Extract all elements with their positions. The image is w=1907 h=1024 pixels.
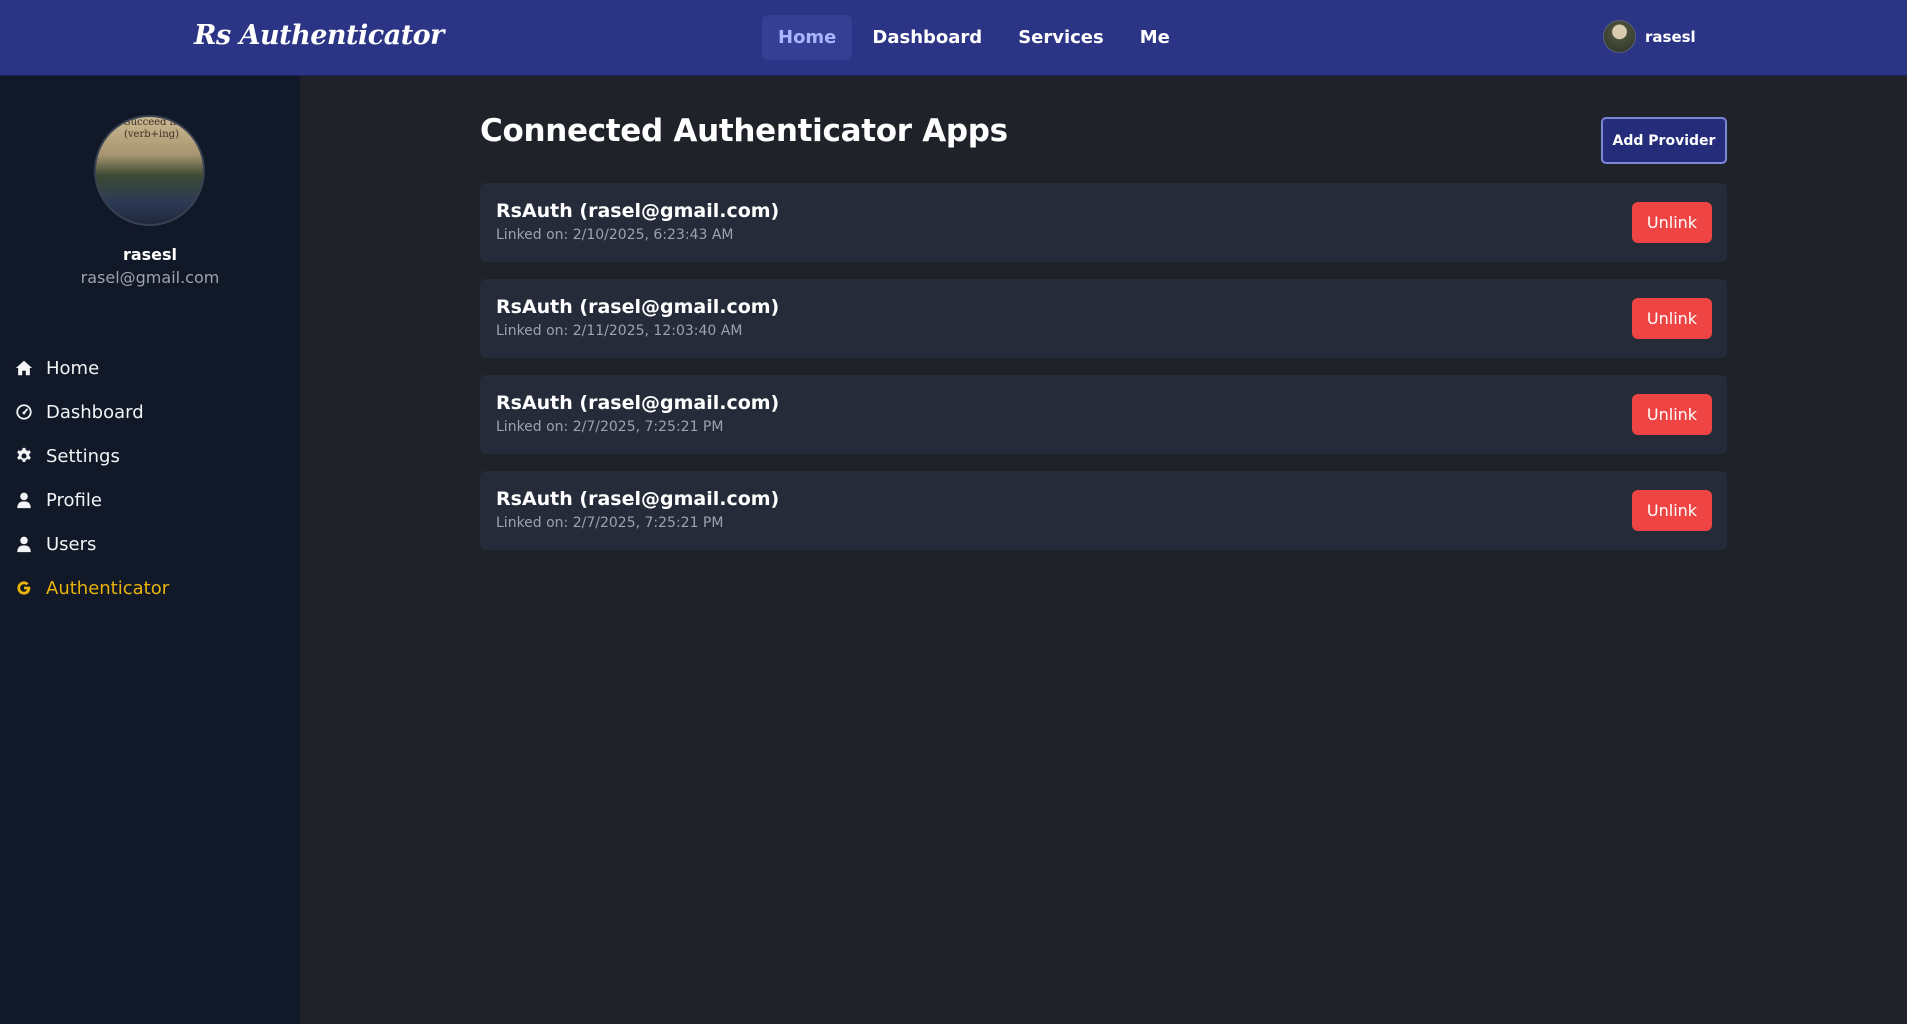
sidebar-item-authenticator[interactable]: Authenticator [14, 566, 284, 610]
app-name: RsAuth (rasel@gmail.com) [496, 200, 780, 222]
sidebar-item-label: Dashboard [46, 401, 144, 423]
google-icon [14, 579, 33, 598]
gauge-icon [14, 403, 33, 422]
app-name: RsAuth (rasel@gmail.com) [496, 488, 780, 510]
page-title: Connected Authenticator Apps [480, 113, 1008, 149]
sidebar-item-label: Authenticator [46, 577, 170, 599]
users-icon [14, 535, 33, 554]
profile-email: rasel@gmail.com [80, 268, 220, 287]
unlink-button[interactable]: Unlink [1632, 394, 1712, 435]
profile-avatar: Succeed in (verb+ing) [94, 115, 205, 226]
sidebar-item-label: Users [46, 533, 97, 555]
linked-date: Linked on: 2/7/2025, 7:25:21 PM [496, 515, 724, 531]
gear-icon [14, 447, 33, 466]
brand-logo[interactable]: Rs Authenticator [194, 20, 444, 51]
unlink-button[interactable]: Unlink [1632, 202, 1712, 243]
app-name: RsAuth (rasel@gmail.com) [496, 392, 780, 414]
nav-me[interactable]: Me [1124, 15, 1186, 60]
nav-home[interactable]: Home [762, 15, 853, 60]
sidebar-item-label: Settings [46, 445, 120, 467]
sidebar-item-users[interactable]: Users [14, 522, 284, 566]
nav-services[interactable]: Services [1002, 15, 1120, 60]
sidebar-menu: Home Dashboard Settings Profile Users Au… [14, 346, 284, 610]
sidebar-item-label: Profile [46, 489, 102, 511]
main-content: Connected Authenticator Apps Add Provide… [300, 76, 1907, 1024]
linked-date: Linked on: 2/7/2025, 7:25:21 PM [496, 419, 724, 435]
sidebar-item-label: Home [46, 357, 100, 379]
sidebar: Succeed in (verb+ing) rasesl rasel@gmail… [0, 76, 300, 1024]
unlink-button[interactable]: Unlink [1632, 490, 1712, 531]
top-navbar: Rs Authenticator Home Dashboard Services… [0, 0, 1907, 76]
add-provider-button[interactable]: Add Provider [1601, 117, 1727, 164]
profile-name: rasesl [122, 245, 178, 264]
avatar-shirt-text: Succeed in (verb+ing) [123, 117, 180, 140]
sidebar-item-profile[interactable]: Profile [14, 478, 284, 522]
home-icon [14, 359, 33, 378]
user-icon [14, 491, 33, 510]
list-item: RsAuth (rasel@gmail.com) Linked on: 2/10… [480, 183, 1727, 262]
unlink-button[interactable]: Unlink [1632, 298, 1712, 339]
linked-date: Linked on: 2/10/2025, 6:23:43 AM [496, 227, 734, 243]
app-name: RsAuth (rasel@gmail.com) [496, 296, 780, 318]
linked-date: Linked on: 2/11/2025, 12:03:40 AM [496, 323, 743, 339]
sidebar-item-home[interactable]: Home [14, 346, 284, 390]
top-nav: Home Dashboard Services Me [762, 15, 1186, 60]
sidebar-item-settings[interactable]: Settings [14, 434, 284, 478]
list-item: RsAuth (rasel@gmail.com) Linked on: 2/7/… [480, 471, 1727, 550]
list-item: RsAuth (rasel@gmail.com) Linked on: 2/7/… [480, 375, 1727, 454]
list-item: RsAuth (rasel@gmail.com) Linked on: 2/11… [480, 279, 1727, 358]
user-name: rasesl [1645, 27, 1696, 46]
sidebar-item-dashboard[interactable]: Dashboard [14, 390, 284, 434]
nav-dashboard[interactable]: Dashboard [856, 15, 998, 60]
connected-apps-list: RsAuth (rasel@gmail.com) Linked on: 2/10… [480, 183, 1727, 567]
avatar [1603, 20, 1636, 53]
user-menu[interactable]: rasesl [1603, 20, 1696, 53]
